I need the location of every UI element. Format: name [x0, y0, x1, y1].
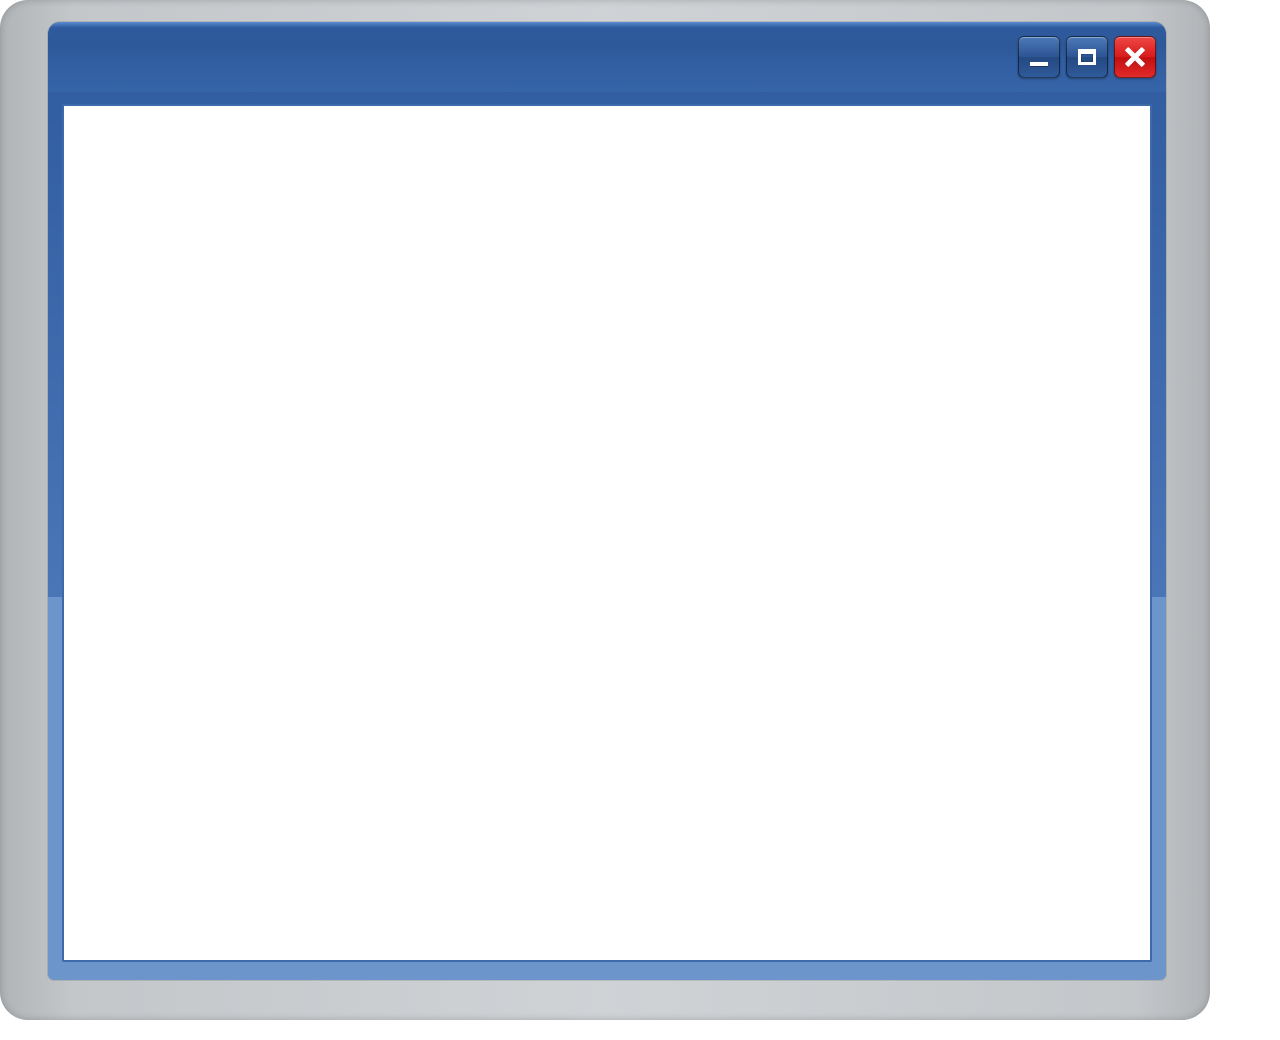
close-button[interactable] — [1114, 36, 1156, 78]
window-controls — [1018, 36, 1156, 78]
desktop-bezel — [0, 0, 1210, 1020]
window-inner-frame — [62, 104, 1152, 962]
minimize-icon — [1030, 62, 1048, 66]
maximize-button[interactable] — [1066, 36, 1108, 78]
application-window — [48, 22, 1166, 980]
maximize-icon — [1078, 49, 1096, 65]
content-area — [62, 104, 1152, 962]
close-icon — [1124, 46, 1146, 68]
titlebar[interactable] — [48, 22, 1166, 92]
minimize-button[interactable] — [1018, 36, 1060, 78]
